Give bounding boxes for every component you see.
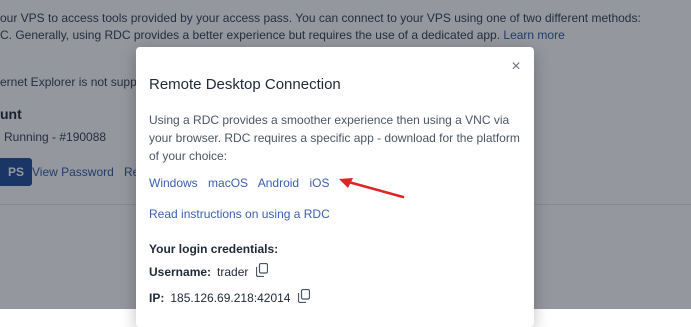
credentials-heading: Your login credentials: <box>149 242 279 256</box>
modal-description: Using a RDC provides a smoother experien… <box>149 113 520 163</box>
copy-icon[interactable] <box>298 288 311 306</box>
ip-label: IP: <box>149 290 165 305</box>
ip-row: IP: 185.126.69.218:42014 <box>149 288 311 306</box>
platform-link-android[interactable]: Android <box>258 176 299 190</box>
instructions-link[interactable]: Read instructions on using a RDC <box>149 207 330 221</box>
platform-links: Windows macOS Android iOS <box>149 176 336 190</box>
username-row: Username: trader <box>149 262 269 280</box>
annotation-arrow-icon <box>339 178 405 199</box>
platform-link-macos[interactable]: macOS <box>208 176 248 190</box>
ip-value: 185.126.69.218:42014 <box>170 290 291 305</box>
modal-title: Remote Desktop Connection <box>149 76 341 93</box>
close-icon[interactable]: × <box>508 59 524 75</box>
platform-link-windows[interactable]: Windows <box>149 176 198 190</box>
platform-link-ios[interactable]: iOS <box>309 176 329 190</box>
copy-icon[interactable] <box>256 262 269 280</box>
username-value: trader <box>217 264 249 279</box>
username-label: Username: <box>149 264 212 279</box>
